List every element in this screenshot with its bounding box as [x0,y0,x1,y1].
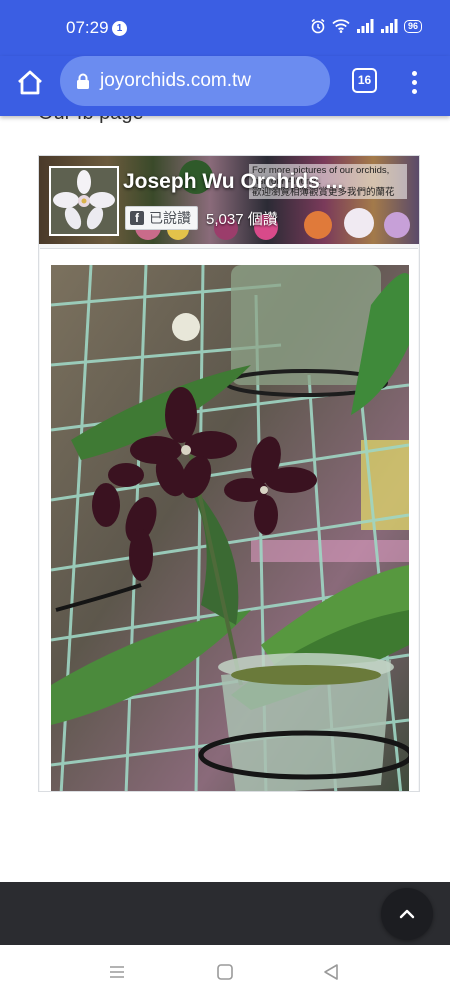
cover-flower [344,208,374,238]
fb-cover-photo[interactable]: For more pictures of our orchids, visit … [39,156,419,244]
orchid-photo-image [51,265,409,791]
orchid-profile-image [51,168,117,234]
system-navigation-bar [0,945,450,1000]
url-text: joyorchids.com.tw [100,70,251,91]
chevron-up-icon [399,909,415,919]
facebook-page-widget[interactable]: For more pictures of our orchids, visit … [38,155,420,792]
more-vert-icon[interactable] [406,68,422,96]
fb-like-label: 已說讚 [149,210,191,226]
battery-indicator: 96 [403,19,422,33]
fb-like-button[interactable]: f 已說讚 [125,206,198,230]
orchid-photo[interactable] [51,265,409,791]
fb-like-count: 5,037 個讚 [206,210,278,228]
url-bar[interactable]: joyorchids.com.tw [60,56,330,106]
tab-switcher-button[interactable]: 16 [352,68,377,93]
fb-like-row: f 已說讚 5,037 個讚 [125,206,278,230]
home-button[interactable] [14,67,46,99]
home-nav-icon[interactable] [216,963,234,981]
facebook-icon: f [130,211,144,225]
browser-toolbar: joyorchids.com.tw 16 [0,56,450,116]
home-icon [18,70,42,95]
wifi-icon [332,19,350,33]
fb-post [40,248,418,791]
status-bar: 07:29 1 96 [0,0,450,56]
recents-icon[interactable] [108,963,126,981]
status-time: 07:29 [66,18,109,37]
status-icons: 96 [310,18,422,34]
signal-icon-2 [380,19,398,33]
fb-page-name[interactable]: Joseph Wu Orchids ... [123,170,343,194]
cover-flower [304,211,332,239]
alarm-icon [311,18,325,34]
back-to-top-button[interactable] [381,888,433,940]
cover-flower [384,212,410,238]
signal-icon-1 [356,19,374,33]
notification-badge: 1 [112,21,127,36]
back-nav-icon[interactable] [322,963,340,981]
fb-profile-picture[interactable] [49,166,119,236]
lock-icon [77,73,89,89]
